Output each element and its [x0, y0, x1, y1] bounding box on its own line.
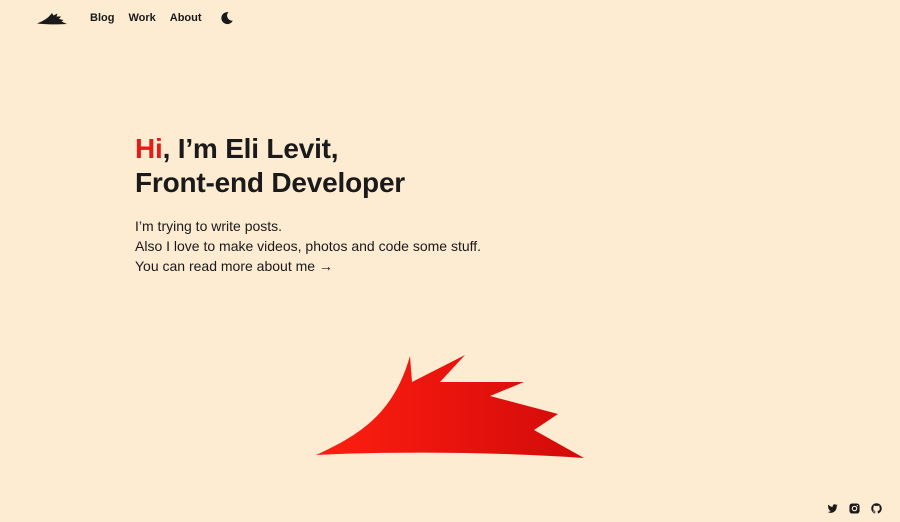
nav-link-blog[interactable]: Blog: [90, 12, 114, 24]
title-greeting: Hi: [135, 133, 163, 164]
nav-link-work[interactable]: Work: [128, 12, 155, 24]
moon-icon[interactable]: [220, 11, 234, 25]
page-title: Hi, I’m Eli Levit, Front-end Developer: [135, 132, 481, 200]
hedgehog-logo-icon[interactable]: [36, 11, 68, 25]
nav-link-about[interactable]: About: [170, 12, 202, 24]
hedgehog-illustration: [316, 355, 584, 458]
top-nav: Blog Work About: [36, 8, 234, 28]
intro-text: I’m trying to write posts. Also I love t…: [135, 216, 481, 276]
title-role: Front-end Developer: [135, 167, 406, 198]
twitter-icon[interactable]: [827, 503, 838, 514]
social-links: [816, 503, 882, 514]
hero-section: Hi, I’m Eli Levit, Front-end Developer I’…: [135, 132, 481, 276]
github-icon[interactable]: [871, 503, 882, 514]
intro-line-posts: I’m trying to write posts.: [135, 218, 283, 234]
intro-line-hobbies: Also I love to make videos, photos and c…: [135, 238, 482, 254]
about-me-link[interactable]: You can read more about me →: [135, 258, 333, 274]
instagram-icon[interactable]: [849, 503, 860, 514]
title-name: , I’m Eli Levit,: [162, 133, 339, 164]
